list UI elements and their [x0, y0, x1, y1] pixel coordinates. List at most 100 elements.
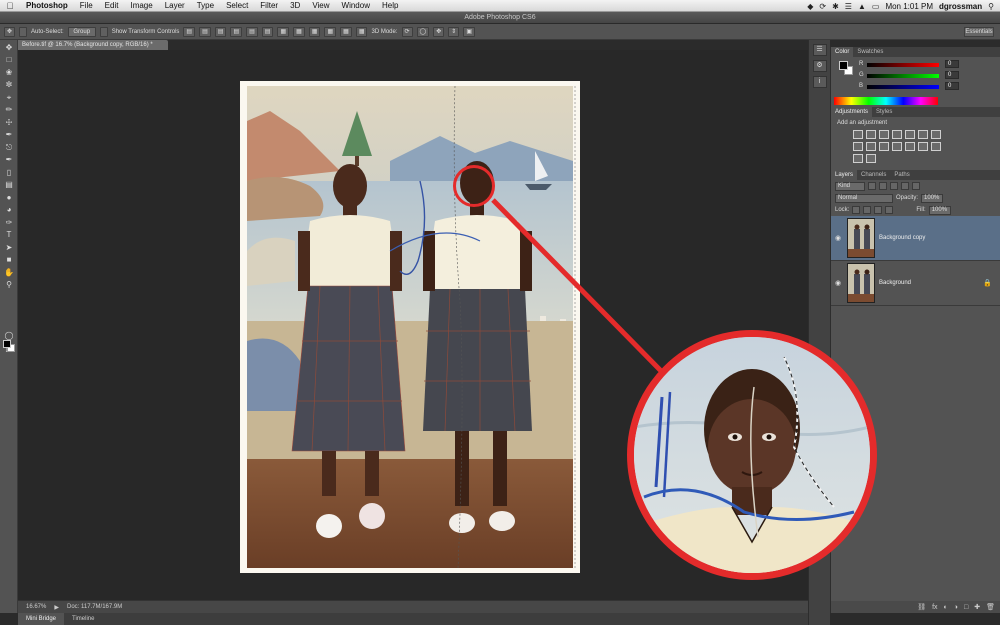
menu-type[interactable]: Type: [191, 1, 220, 10]
hue-saturation-icon[interactable]: [918, 130, 928, 139]
threshold-icon[interactable]: [931, 142, 941, 151]
align-bottom-icon[interactable]: ▤: [214, 26, 227, 37]
tab-color[interactable]: Color: [831, 47, 854, 57]
bluetooth-icon[interactable]: ✱: [832, 2, 839, 11]
history-brush-tool-icon[interactable]: ✒: [2, 154, 16, 165]
lock-all-icon[interactable]: [885, 206, 894, 214]
spotlight-search-icon[interactable]: ⚲: [988, 2, 994, 11]
properties-panel-icon[interactable]: ⚙: [812, 60, 827, 72]
posterize-icon[interactable]: [918, 142, 928, 151]
tab-layers[interactable]: Layers: [831, 170, 858, 180]
color-panel-foreground-swatch[interactable]: [839, 61, 848, 70]
photo-canvas[interactable]: [240, 81, 580, 573]
menu-app-name[interactable]: Photoshop: [20, 1, 74, 10]
new-layer-icon[interactable]: ✚: [974, 603, 980, 611]
tab-channels[interactable]: Channels: [857, 170, 890, 180]
menu-window[interactable]: Window: [336, 1, 376, 10]
align-left-icon[interactable]: ▤: [230, 26, 243, 37]
red-slider[interactable]: [867, 63, 939, 67]
move-tool-preset-button[interactable]: ✥: [4, 26, 16, 37]
tab-timeline[interactable]: Timeline: [64, 613, 102, 625]
foreground-color-swatch[interactable]: [3, 340, 11, 348]
document-tab[interactable]: Before.tif @ 16.7% (Background copy, RGB…: [18, 40, 168, 50]
menu-edit[interactable]: Edit: [99, 1, 125, 10]
3d-drag-icon[interactable]: ✥: [433, 26, 445, 37]
type-filter-icon[interactable]: [890, 182, 898, 190]
distribute-right-icon[interactable]: ▦: [355, 26, 368, 37]
layer-visibility-eye-icon[interactable]: ◉: [831, 234, 845, 242]
layer-visibility-eye-icon[interactable]: ◉: [831, 279, 845, 287]
delete-layer-icon[interactable]: 🗑: [986, 603, 995, 611]
green-value-field[interactable]: 0: [945, 71, 959, 79]
tab-adjustments[interactable]: Adjustments: [831, 107, 873, 117]
blend-mode-dropdown[interactable]: Normal: [835, 193, 893, 203]
lasso-tool-icon[interactable]: ❀: [2, 67, 16, 78]
doc-info-icon[interactable]: ▶: [54, 604, 59, 611]
vibrance-icon[interactable]: [905, 130, 915, 139]
green-slider[interactable]: [867, 74, 939, 78]
menu-3d[interactable]: 3D: [284, 1, 306, 10]
auto-select-dropdown[interactable]: Group: [67, 26, 96, 37]
type-tool-icon[interactable]: T: [2, 229, 16, 240]
layer-row-background[interactable]: ◉ Background 🔒: [831, 261, 1000, 306]
lock-pixels-icon[interactable]: [863, 206, 872, 214]
marquee-tool-icon[interactable]: □: [2, 54, 16, 65]
color-spectrum-ramp[interactable]: [834, 97, 938, 105]
tab-swatches[interactable]: Swatches: [853, 47, 887, 57]
opacity-field[interactable]: 100%: [921, 193, 944, 203]
layer-name[interactable]: Background copy: [879, 235, 925, 241]
tab-paths[interactable]: Paths: [890, 170, 913, 180]
tab-mini-bridge[interactable]: Mini Bridge: [18, 613, 65, 625]
new-adjustment-icon[interactable]: ◑: [954, 604, 958, 611]
apple-icon[interactable]: : [0, 1, 20, 11]
tab-styles[interactable]: Styles: [872, 107, 896, 117]
layer-row-background-copy[interactable]: ◉ Background copy: [831, 216, 1000, 261]
3d-roll-icon[interactable]: ◯: [416, 26, 430, 37]
healing-brush-tool-icon[interactable]: ☩: [2, 117, 16, 128]
color-lookup-icon[interactable]: [892, 142, 902, 151]
align-vcenter-icon[interactable]: ▤: [199, 26, 211, 37]
layer-lock-icon[interactable]: 🔒: [983, 279, 992, 287]
pen-tool-icon[interactable]: ✑: [2, 217, 16, 228]
history-panel-icon[interactable]: ☰: [812, 44, 827, 56]
dodge-tool-icon[interactable]: ◕: [2, 204, 16, 215]
battery-icon[interactable]: ▭: [872, 2, 880, 11]
align-top-icon[interactable]: ▤: [183, 26, 196, 37]
pixel-filter-icon[interactable]: [868, 182, 876, 190]
adjustment-filter-icon[interactable]: [879, 182, 887, 190]
transform-controls-checkbox[interactable]: [99, 26, 108, 37]
add-mask-icon[interactable]: ◐: [944, 604, 948, 611]
auto-select-checkbox[interactable]: [19, 26, 28, 37]
new-group-icon[interactable]: □: [964, 604, 968, 611]
dropbox-icon[interactable]: ◆: [807, 2, 813, 11]
link-layers-icon[interactable]: ⛓: [917, 603, 926, 611]
brightness-contrast-icon[interactable]: [853, 130, 863, 139]
layer-name[interactable]: Background: [879, 280, 911, 286]
info-panel-icon[interactable]: i: [812, 76, 827, 88]
red-value-field[interactable]: 0: [945, 60, 959, 68]
selective-color-icon[interactable]: [853, 154, 863, 163]
menu-image[interactable]: Image: [124, 1, 158, 10]
gradient-tool-icon[interactable]: ▤: [2, 179, 16, 190]
move-tool-icon[interactable]: ✥: [2, 42, 16, 53]
brush-tool-icon[interactable]: ✒: [2, 129, 16, 140]
clone-stamp-tool-icon[interactable]: ⎋: [2, 142, 16, 153]
gradient-map-icon[interactable]: [866, 154, 876, 163]
eraser-tool-icon[interactable]: ▯: [2, 167, 16, 178]
layer-style-icon[interactable]: fx: [932, 604, 937, 611]
fill-field[interactable]: 100%: [928, 205, 951, 215]
menu-file[interactable]: File: [74, 1, 99, 10]
menu-view[interactable]: View: [306, 1, 335, 10]
shape-tool-icon[interactable]: ■: [2, 254, 16, 265]
align-right-icon[interactable]: ▤: [261, 26, 274, 37]
lock-position-icon[interactable]: [874, 206, 883, 214]
eyedropper-tool-icon[interactable]: ✏: [2, 104, 16, 115]
menu-clock[interactable]: Mon 1:01 PM: [885, 2, 933, 11]
menu-layer[interactable]: Layer: [159, 1, 191, 10]
blue-slider[interactable]: [867, 85, 939, 89]
hand-tool-icon[interactable]: ✋: [2, 267, 16, 278]
menu-filter[interactable]: Filter: [254, 1, 284, 10]
3d-rotate-icon[interactable]: ⟳: [401, 26, 413, 37]
exposure-icon[interactable]: [892, 130, 902, 139]
shape-filter-icon[interactable]: [901, 182, 909, 190]
